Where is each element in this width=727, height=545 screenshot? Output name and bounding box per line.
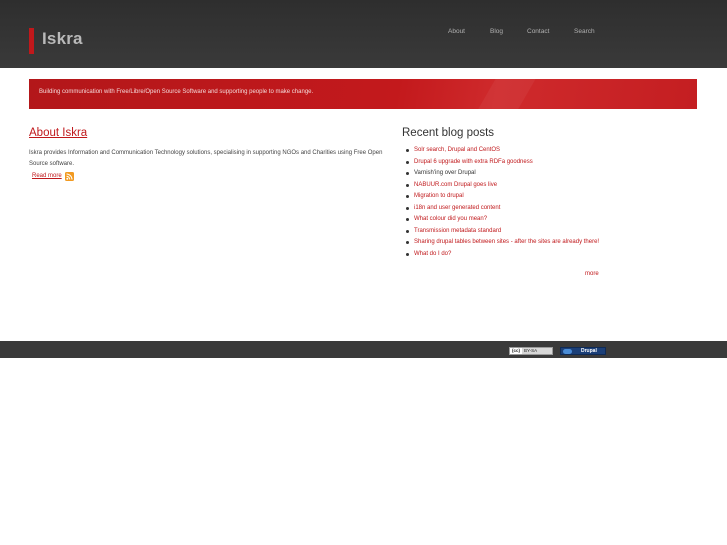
cc-license-label: BY-SA <box>524 348 538 353</box>
blog-post-link[interactable]: NABUUR.com Drupal goes live <box>406 181 601 190</box>
site-header: Iskra About Blog Contact Search <box>0 0 727 68</box>
blog-post-link[interactable]: Sharing drupal tables between sites - af… <box>406 238 601 247</box>
about-body-text: Iskra provides Information and Communica… <box>29 150 383 167</box>
blog-post-link[interactable]: Migration to drupal <box>406 192 601 201</box>
rss-feed-icon[interactable] <box>65 172 74 181</box>
blog-post-link[interactable]: Solr search, Drupal and CentOS <box>406 146 601 155</box>
mission-banner: Building communication with Free/Libre/O… <box>29 79 697 109</box>
more-posts-link[interactable]: more <box>585 271 599 277</box>
blog-post-link[interactable]: Varnish'ing over Drupal <box>406 169 601 178</box>
recent-posts-list: Solr search, Drupal and CentOS Drupal 6 … <box>406 146 601 261</box>
banner-sheen <box>466 79 542 109</box>
blog-post-link[interactable]: Drupal 6 upgrade with extra RDFa goodnes… <box>406 158 601 167</box>
nav-contact-link[interactable]: Contact <box>527 28 549 35</box>
blog-post-link[interactable]: Transmission metadata standard <box>406 227 601 236</box>
read-more-link[interactable]: Read more <box>32 173 62 179</box>
recent-posts-heading: Recent blog posts <box>402 127 495 139</box>
blog-post-link[interactable]: i18n and user generated content <box>406 204 601 213</box>
site-footer: (cc) BY-SA Drupal <box>0 341 727 358</box>
nav-blog-link[interactable]: Blog <box>490 28 503 35</box>
about-heading-link[interactable]: About Iskra <box>29 127 87 139</box>
blog-post-link[interactable]: What do I do? <box>406 250 601 259</box>
main-nav: About Blog Contact Search <box>0 28 727 40</box>
mission-text: Building communication with Free/Libre/O… <box>39 89 314 95</box>
cc-icon: (cc) <box>510 348 522 354</box>
nav-about-link[interactable]: About <box>448 28 465 35</box>
blog-post-link[interactable]: What colour did you mean? <box>406 215 601 224</box>
drupal-drop-icon <box>563 349 572 354</box>
creative-commons-badge[interactable]: (cc) BY-SA <box>509 347 553 355</box>
nav-search-link[interactable]: Search <box>574 28 595 35</box>
powered-by-drupal-badge[interactable]: Drupal <box>560 347 606 355</box>
drupal-label: Drupal <box>581 348 597 354</box>
